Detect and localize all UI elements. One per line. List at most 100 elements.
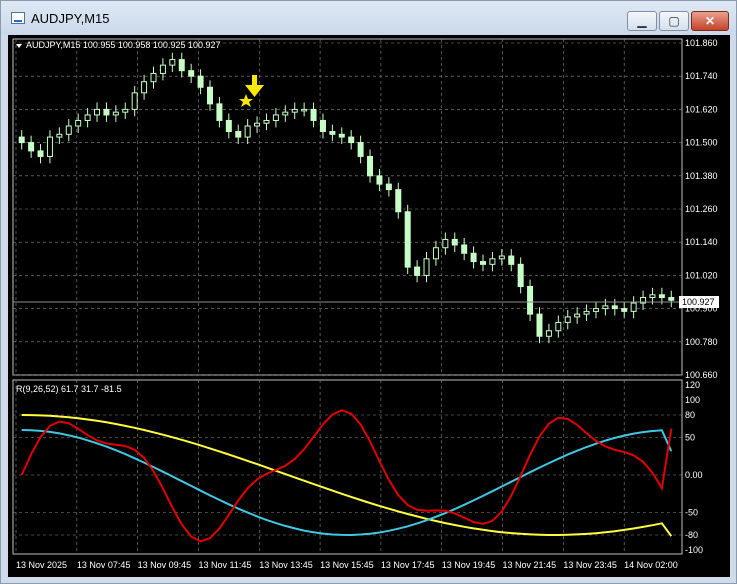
chart-svg[interactable]: 101.860 101.740 101.620 101.500 101.380 101.2… (8, 35, 730, 577)
indicator-tick-label: 100 (685, 395, 700, 405)
candle-body (65, 125, 72, 135)
candle-body (272, 114, 279, 121)
candle-body (94, 108, 101, 116)
candle-body (225, 119, 232, 133)
candle-body (564, 316, 571, 323)
candle-body (423, 258, 430, 276)
candle-body (75, 119, 82, 127)
price-tick-label: 101.500 (685, 138, 718, 148)
candle-body (56, 133, 63, 138)
time-tick-label: 13 Nov 07:45 (77, 560, 131, 570)
indicator-tick-label: 120 (685, 380, 700, 390)
time-tick-label: 13 Nov 17:45 (381, 560, 435, 570)
candle-body (46, 136, 53, 157)
indicator-header: R(9,26,52) 61.7 31.7 -81.5 (16, 384, 122, 394)
candle-body (555, 321, 562, 332)
candle-body (611, 305, 618, 310)
candle-body (367, 155, 374, 177)
minimize-button[interactable]: ▁ (627, 11, 657, 31)
maximize-button[interactable]: ▢ (659, 11, 689, 31)
candle-body (395, 189, 402, 213)
candle-body (329, 131, 336, 135)
candle-body (37, 150, 44, 157)
price-tick-label: 101.860 (685, 38, 718, 48)
indicator-plot-frame (12, 379, 683, 555)
chart-icon (11, 12, 25, 24)
candle-body (574, 313, 581, 318)
candle-body (301, 108, 308, 112)
candle-body (517, 263, 524, 287)
title-bar[interactable]: AUDJPY,M15 ▁ ▢ ✕ (1, 1, 736, 35)
close-button[interactable]: ✕ (691, 11, 729, 31)
candle-body (414, 266, 421, 276)
candle-body (649, 294, 656, 299)
candle-body (442, 238, 449, 249)
candle-body (385, 183, 392, 191)
chart-window: AUDJPY,M15 ▁ ▢ ✕ 101.860 101.740 101.620 10… (0, 0, 737, 584)
indicator-tick-label: -50 (685, 508, 698, 518)
price-tick-label: 101.260 (685, 204, 718, 214)
candle-body (197, 75, 204, 88)
candle-body (432, 247, 439, 260)
time-tick-label: 13 Nov 21:45 (503, 560, 557, 570)
candle-body (319, 119, 326, 133)
time-tick-label: 14 Nov 02:00 (624, 560, 678, 570)
candle-body (188, 70, 195, 77)
indicator-tick-label: -80 (685, 530, 698, 540)
candle-body (18, 136, 25, 144)
candle-body (404, 211, 411, 268)
candle-body (103, 108, 110, 116)
time-tick-label: 13 Nov 23:45 (563, 560, 617, 570)
time-tick-label: 13 Nov 09:45 (138, 560, 192, 570)
price-tick-label: 101.140 (685, 237, 718, 247)
candle-body (150, 72, 157, 83)
price-tick-label: 101.620 (685, 104, 718, 114)
indicator-tick-label: 50 (685, 433, 695, 443)
price-tick-label: 100.780 (685, 337, 718, 347)
candle-body (602, 305, 609, 310)
candle-body (451, 238, 458, 246)
current-price-label: 100.927 (682, 297, 715, 307)
candle-body (668, 297, 675, 301)
indicator-tick-label: 80 (685, 410, 695, 420)
candle-body (583, 310, 590, 315)
candle-body (658, 294, 665, 299)
price-tick-label: 100.660 (685, 370, 718, 380)
candle-body (592, 308, 599, 312)
chart-area[interactable]: 101.860 101.740 101.620 101.500 101.380 101.2… (8, 35, 730, 577)
candle-body (112, 111, 119, 116)
price-header: AUDJPY,M15 100.955 100.958 100.925 100.9… (26, 40, 221, 50)
candle-body (235, 131, 242, 138)
candle-body (470, 252, 477, 263)
candle-body (122, 108, 129, 113)
price-tick-label: 101.740 (685, 71, 718, 81)
candle-body (310, 108, 317, 121)
candle-body (28, 142, 35, 152)
window-title: AUDJPY,M15 (31, 11, 110, 26)
candle-body (348, 136, 355, 144)
candle-body (461, 244, 468, 254)
candle-body (131, 92, 138, 110)
candle-body (244, 125, 251, 138)
candle-body (527, 285, 534, 315)
time-tick-label: 13 Nov 2025 (16, 560, 67, 570)
candle-body (254, 122, 261, 127)
price-plot-frame (12, 38, 683, 376)
candle-body (282, 111, 289, 116)
candle-body (338, 133, 345, 138)
time-tick-label: 13 Nov 19:45 (442, 560, 496, 570)
time-tick-label: 13 Nov 13:45 (259, 560, 313, 570)
candle-body (621, 308, 628, 312)
candle-body (206, 86, 213, 105)
candle-body (169, 59, 176, 66)
candle-body (489, 258, 496, 265)
candle-body (178, 59, 185, 72)
time-tick-label: 13 Nov 11:45 (198, 560, 251, 570)
candle-body (545, 330, 552, 337)
candle-body (357, 142, 364, 157)
candle-body (291, 108, 298, 113)
candle-body (630, 302, 637, 312)
candle-body (508, 255, 515, 265)
candle-body (159, 64, 166, 74)
candle-body (536, 313, 543, 337)
